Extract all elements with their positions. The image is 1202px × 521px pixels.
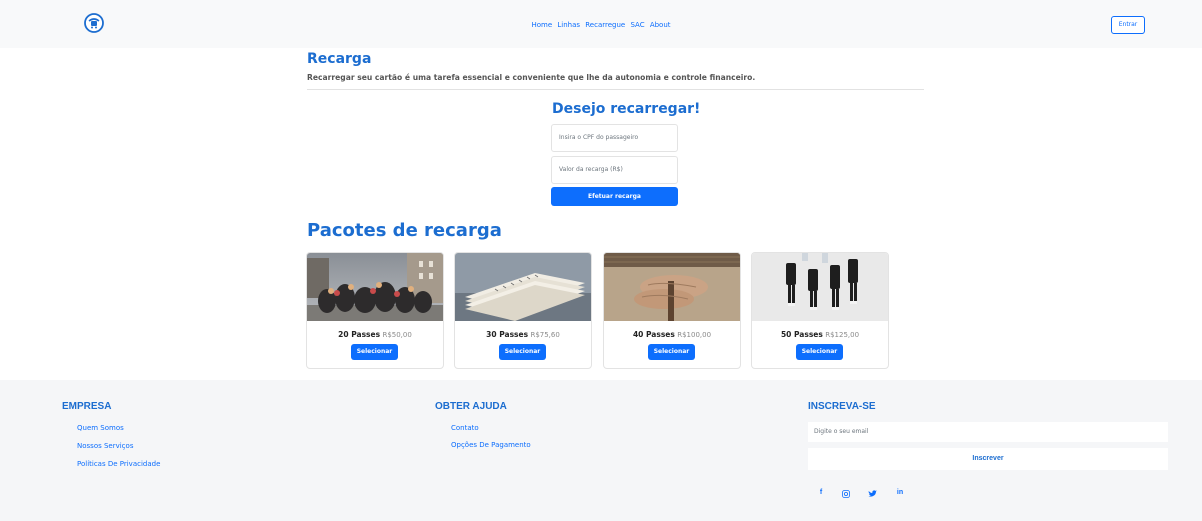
twitter-icon[interactable] — [868, 490, 877, 498]
footer-link-pagamento[interactable]: Opções De Pagamento — [451, 441, 531, 449]
footer-link-privacidade[interactable]: Políticas De Privacidade — [77, 460, 160, 468]
package-info: 20 Passes R$50,00 — [307, 330, 443, 339]
nav-linhas[interactable]: Linhas — [557, 21, 580, 29]
select-package-button[interactable]: Selecionar — [351, 344, 398, 360]
package-card: 30 Passes R$75,60 Selecionar — [454, 252, 592, 369]
package-info: 40 Passes R$100,00 — [604, 330, 740, 339]
page-title: Recarga — [307, 51, 372, 67]
package-info: 30 Passes R$75,60 — [455, 330, 591, 339]
instagram-icon[interactable] — [842, 490, 850, 498]
package-card: 40 Passes R$100,00 Selecionar — [603, 252, 741, 369]
footer: EMPRESA Quem Somos Nossos Serviços Polít… — [0, 380, 1202, 521]
package-price: R$100,00 — [677, 331, 712, 339]
login-button[interactable]: Entrar — [1111, 16, 1145, 34]
recharge-amount-input[interactable]: Valor da recarga (R$) — [551, 156, 678, 184]
students-photo — [752, 253, 888, 321]
divider — [307, 89, 924, 90]
notebooks-photo — [455, 253, 591, 321]
form-title: Desejo recarregar! — [552, 101, 701, 117]
page-description: Recarregar seu cartão é uma tarefa essen… — [307, 73, 756, 82]
footer-ajuda-title: OBTER AJUDA — [435, 401, 507, 412]
footer-empresa-title: EMPRESA — [62, 401, 112, 412]
select-package-button[interactable]: Selecionar — [499, 344, 546, 360]
package-price: R$50,00 — [382, 331, 412, 339]
cpf-input[interactable]: Insira o CPF do passageiro — [551, 124, 678, 152]
navbar: Home Linhas Recarregue SAC About Entrar — [0, 0, 1202, 48]
packages-title: Pacotes de recarga — [307, 220, 502, 241]
package-passes: 40 Passes — [632, 330, 675, 339]
package-card: 20 Passes R$50,00 Selecionar — [306, 252, 444, 369]
package-price: R$125,00 — [825, 331, 860, 339]
nav-sac[interactable]: SAC — [630, 21, 644, 29]
package-passes: 20 Passes — [338, 330, 381, 339]
elderly-hands-photo — [604, 253, 740, 321]
nav-home[interactable]: Home — [531, 21, 552, 29]
footer-link-servicos[interactable]: Nossos Serviços — [77, 442, 133, 450]
nav-about[interactable]: About — [650, 21, 671, 29]
newsletter-email-input[interactable]: Digite o seu email — [808, 422, 1168, 442]
facebook-icon[interactable]: f — [816, 489, 826, 496]
submit-recharge-button[interactable]: Efetuar recarga — [551, 187, 678, 206]
nav-links: Home Linhas Recarregue SAC About — [0, 21, 1202, 29]
package-card: 50 Passes R$125,00 Selecionar — [751, 252, 889, 369]
package-info: 50 Passes R$125,00 — [752, 330, 888, 339]
footer-link-quem-somos[interactable]: Quem Somos — [77, 424, 124, 432]
nav-recarregue[interactable]: Recarregue — [585, 21, 625, 29]
package-passes: 30 Passes — [486, 330, 529, 339]
select-package-button[interactable]: Selecionar — [796, 344, 843, 360]
subscribe-button[interactable]: Inscrever — [808, 448, 1168, 470]
select-package-button[interactable]: Selecionar — [648, 344, 695, 360]
footer-inscreva-title: INSCREVA-SE — [808, 401, 876, 412]
footer-link-contato[interactable]: Contato — [451, 424, 479, 432]
linkedin-icon[interactable]: in — [895, 489, 905, 496]
crowd-photo — [307, 253, 443, 321]
package-passes: 50 Passes — [780, 330, 823, 339]
package-price: R$75,60 — [530, 331, 560, 339]
